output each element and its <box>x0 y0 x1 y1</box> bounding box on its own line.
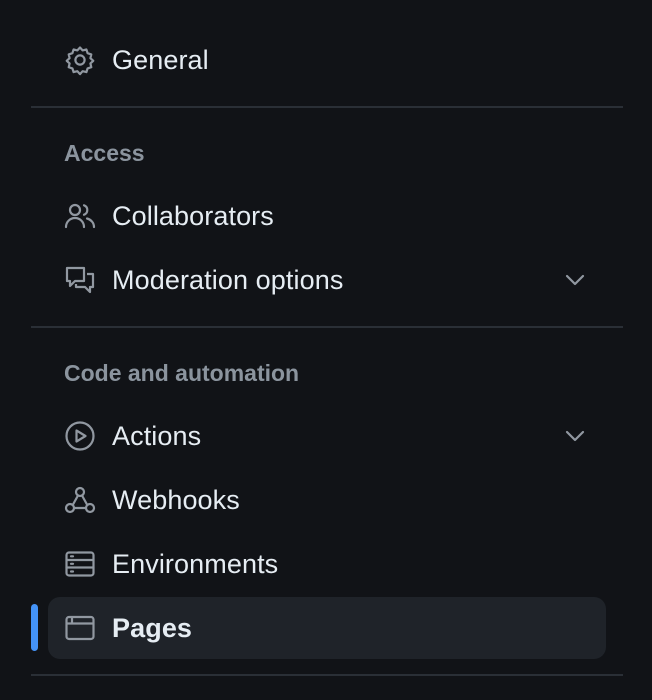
play-icon <box>64 420 96 452</box>
sidebar-item-moderation-options[interactable]: Moderation options <box>48 249 606 311</box>
sidebar-item-label: Collaborators <box>112 201 274 231</box>
sidebar-item-label: Moderation options <box>112 265 344 295</box>
sidebar-item-label: Webhooks <box>112 485 240 515</box>
browser-icon <box>64 612 96 644</box>
section-divider <box>31 674 623 676</box>
chevron-down-icon[interactable] <box>564 269 586 291</box>
sidebar-item-environments[interactable]: Environments <box>48 533 606 595</box>
section-divider <box>31 326 623 328</box>
sidebar-item-label: Pages <box>112 613 193 643</box>
section-heading-access: Access <box>64 140 145 166</box>
active-item-indicator <box>31 604 38 651</box>
comment-discussion-icon <box>64 264 96 296</box>
webhook-icon <box>64 484 96 516</box>
sidebar-item-label: Environments <box>112 549 279 579</box>
sidebar-item-label: General <box>112 45 209 75</box>
chevron-down-icon[interactable] <box>564 425 586 447</box>
sidebar-item-webhooks[interactable]: Webhooks <box>48 469 606 531</box>
sidebar-item-general[interactable]: General <box>48 29 606 91</box>
people-icon <box>64 200 96 232</box>
settings-sidebar: General Access Collaborators Moderation … <box>0 0 652 700</box>
server-icon <box>64 548 96 580</box>
sidebar-item-actions[interactable]: Actions <box>48 405 606 467</box>
sidebar-item-pages[interactable]: Pages <box>48 597 606 659</box>
section-divider <box>31 106 623 108</box>
sidebar-item-label: Actions <box>112 421 202 451</box>
gear-icon <box>64 44 96 76</box>
sidebar-item-collaborators[interactable]: Collaborators <box>48 185 606 247</box>
section-heading-code-and-automation: Code and automation <box>64 360 300 386</box>
